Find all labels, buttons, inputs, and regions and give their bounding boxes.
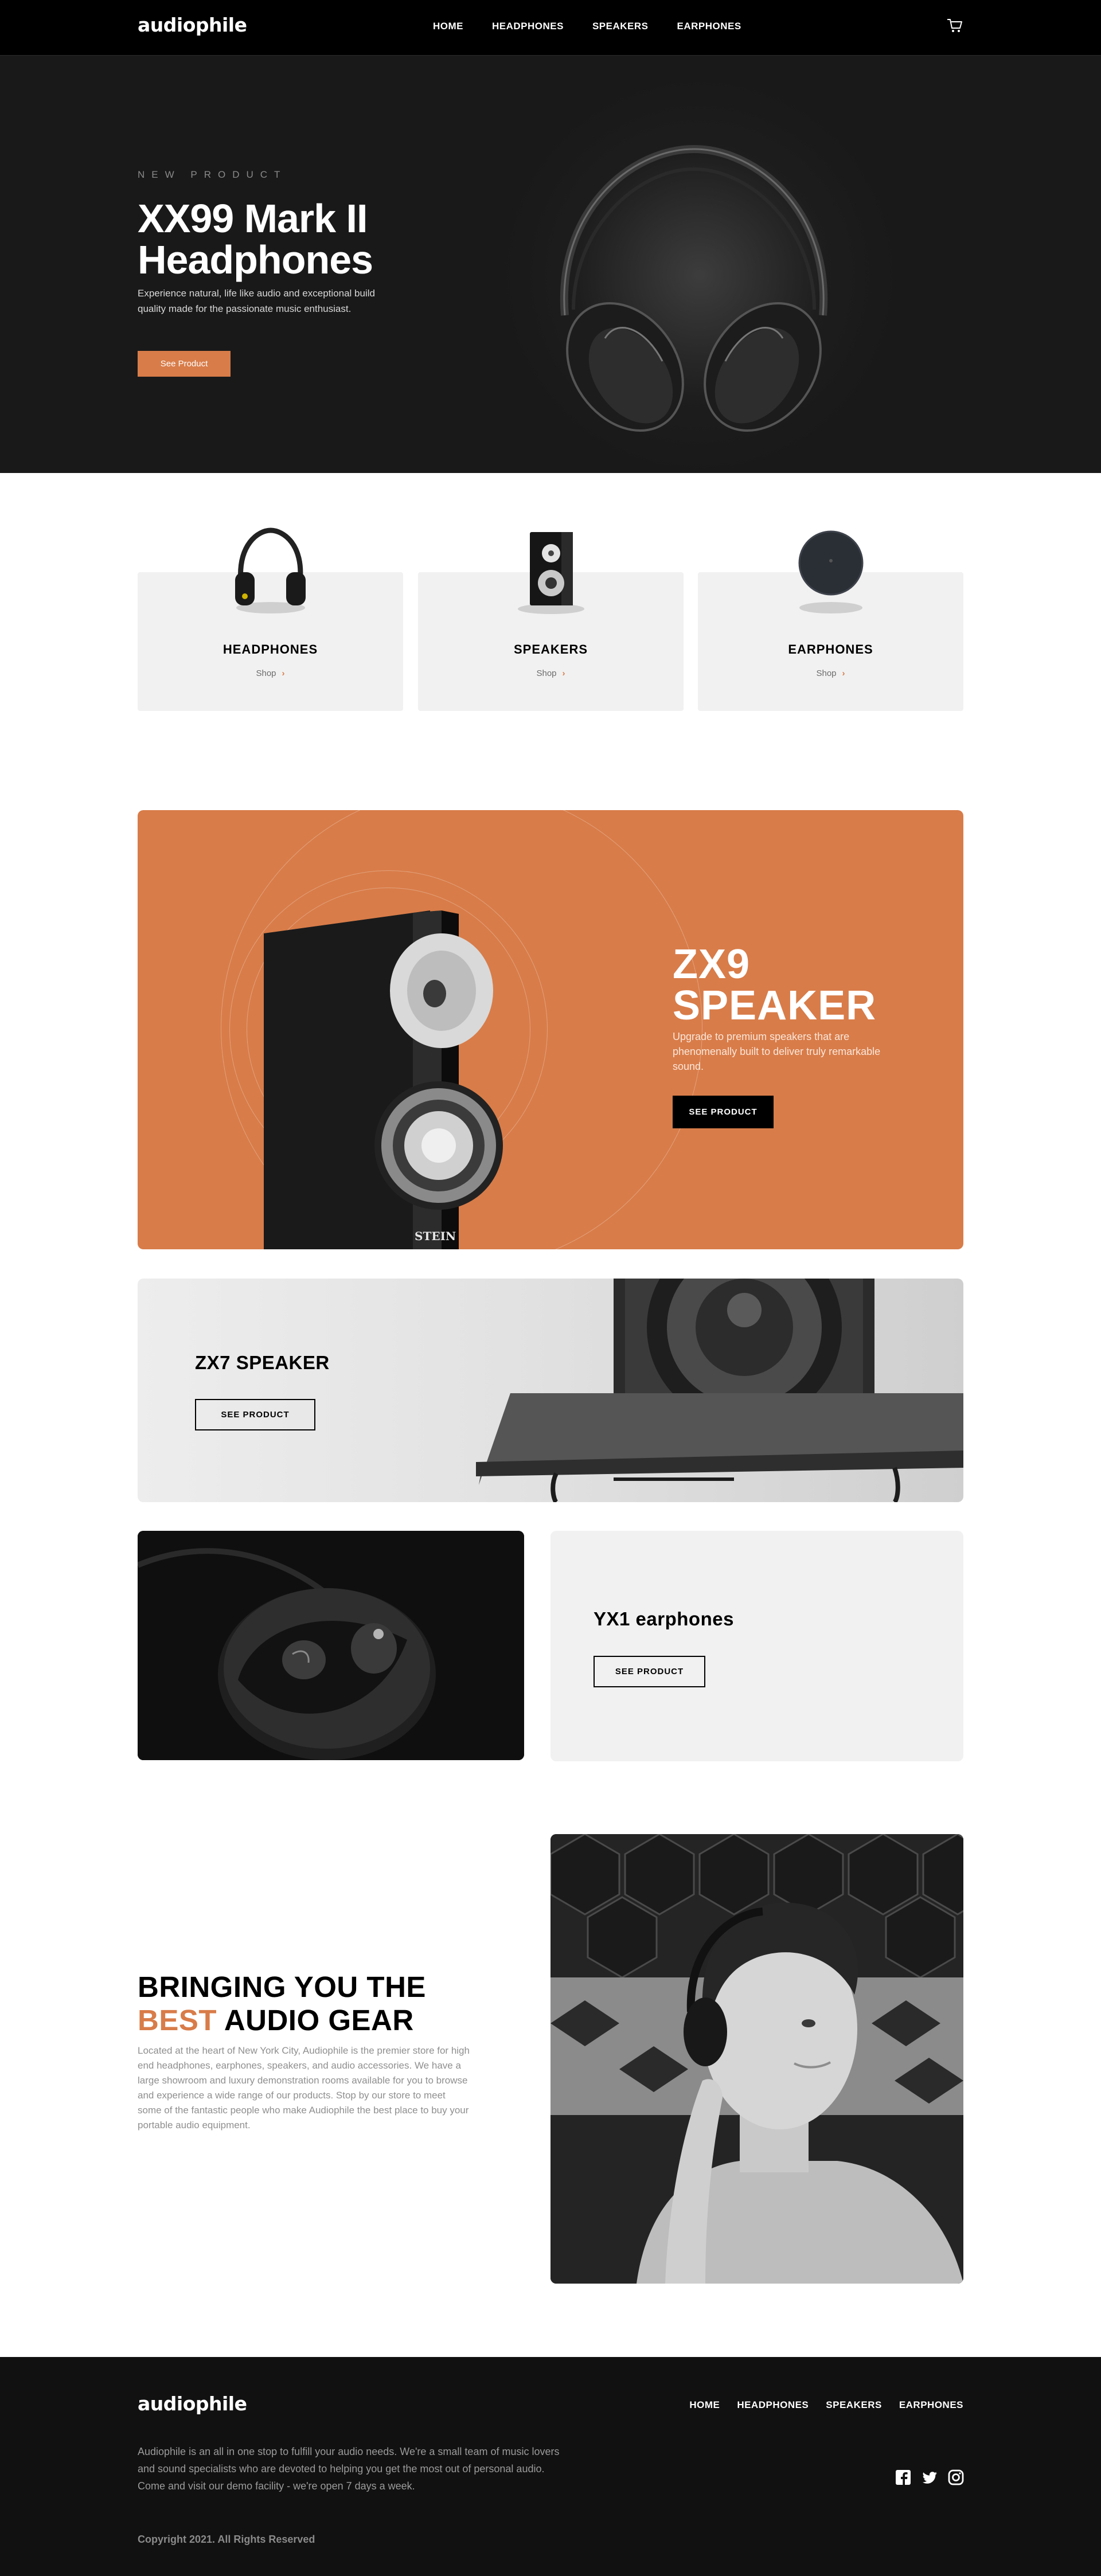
zx7-promo: ZX7 SPEAKER SEE PRODUCT <box>138 1279 963 1502</box>
about-title-end: AUDIO GEAR <box>224 2004 414 2036</box>
footer-link-headphones[interactable]: HEADPHONES <box>737 2399 809 2411</box>
hero-overline: NEW PRODUCT <box>138 169 287 180</box>
hero-see-product-button[interactable]: See Product <box>138 351 231 377</box>
headphones-thumbnail <box>235 527 306 613</box>
instagram-icon[interactable] <box>947 2469 965 2486</box>
footer-link-home[interactable]: HOME <box>689 2399 720 2411</box>
hero-title: XX99 Mark II Headphones <box>138 196 373 282</box>
yx1-earphones-image <box>138 1531 524 1760</box>
shop-label: Shop <box>536 669 557 678</box>
twitter-icon[interactable] <box>921 2469 938 2486</box>
category-card-headphones[interactable]: HEADPHONES Shop › <box>138 527 403 711</box>
zx7-see-product-button[interactable]: SEE PRODUCT <box>195 1399 315 1430</box>
yx1-see-product-button[interactable]: SEE PRODUCT <box>594 1656 705 1687</box>
nav-home[interactable]: HOME <box>433 21 463 32</box>
footer: audiophile HOME HEADPHONES SPEAKERS EARP… <box>0 2357 1101 2576</box>
about-photo <box>550 1834 963 2284</box>
yx1-earphones-photo <box>138 1531 524 1760</box>
zx9-title: ZX9 SPEAKER <box>673 941 877 1029</box>
category-shop-link[interactable]: Shop › <box>138 669 403 678</box>
about-title-accent: BEST <box>138 2004 217 2036</box>
chevron-right-icon: › <box>282 669 285 678</box>
yx1-promo: YX1 earphones SEE PRODUCT <box>550 1531 963 1761</box>
speaker-thumbnail <box>518 532 584 614</box>
zx7-title: ZX7 SPEAKER <box>195 1352 330 1373</box>
social-links <box>895 2469 965 2486</box>
zx9-see-product-button[interactable]: SEE PRODUCT <box>673 1096 774 1128</box>
cart-icon[interactable] <box>946 17 963 34</box>
footer-logo[interactable]: audiophile <box>138 2393 247 2415</box>
zx9-promo: STEIN ZX9 SPEAKER Upgrade to premium spe… <box>138 810 963 1249</box>
chevron-right-icon: › <box>562 669 565 678</box>
hero-description: Experience natural, life like audio and … <box>138 288 375 314</box>
about-title-start: BRINGING YOU THE <box>138 1971 426 2003</box>
footer-description: Audiophile is an all in one stop to fulf… <box>138 2446 560 2492</box>
yx1-title: YX1 earphones <box>594 1608 734 1629</box>
hero-section: audiophile HOME HEADPHONES SPEAKERS EARP… <box>0 0 1101 473</box>
chevron-right-icon: › <box>842 669 845 678</box>
about-description: Located at the heart of New York City, A… <box>138 2045 470 2131</box>
category-shop-link[interactable]: Shop › <box>418 669 684 678</box>
about-man-with-headphones-image <box>550 1834 963 2284</box>
zx9-speaker-image: STEIN <box>264 910 503 1249</box>
footer-link-earphones[interactable]: EARPHONES <box>899 2399 963 2411</box>
top-nav: audiophile HOME HEADPHONES SPEAKERS EARP… <box>0 0 1101 56</box>
nav-speakers[interactable]: SPEAKERS <box>592 21 649 32</box>
logo[interactable]: audiophile <box>138 14 247 36</box>
category-title: EARPHONES <box>788 642 873 656</box>
zx7-speaker-image <box>476 1279 963 1502</box>
page: audiophile HOME HEADPHONES SPEAKERS EARP… <box>0 0 1101 2576</box>
footer-link-speakers[interactable]: SPEAKERS <box>826 2399 882 2411</box>
copyright: Copyright 2021. All Rights Reserved <box>138 2534 315 2545</box>
about-title: BRINGING YOU THE BEST AUDIO GEAR <box>138 1971 436 2037</box>
earphones-thumbnail <box>798 530 864 613</box>
category-card-speakers[interactable]: SPEAKERS Shop › <box>418 532 684 711</box>
shop-label: Shop <box>816 669 837 678</box>
shop-label: Shop <box>256 669 276 678</box>
category-card-earphones[interactable]: EARPHONES Shop › <box>698 530 963 711</box>
category-shop-link[interactable]: Shop › <box>698 669 963 678</box>
hero-headphones-image <box>560 144 828 432</box>
speaker-brand-label: STEIN <box>415 1229 456 1243</box>
nav-links: HOME HEADPHONES SPEAKERS EARPHONES <box>433 21 741 32</box>
zx9-description: Upgrade to premium speakers that are phe… <box>673 1031 881 1072</box>
category-title: SPEAKERS <box>513 642 588 656</box>
category-title: HEADPHONES <box>222 642 318 656</box>
nav-headphones[interactable]: HEADPHONES <box>492 21 564 32</box>
footer-links: HOME HEADPHONES SPEAKERS EARPHONES <box>689 2399 963 2411</box>
nav-earphones[interactable]: EARPHONES <box>677 21 741 32</box>
facebook-icon[interactable] <box>895 2469 912 2486</box>
